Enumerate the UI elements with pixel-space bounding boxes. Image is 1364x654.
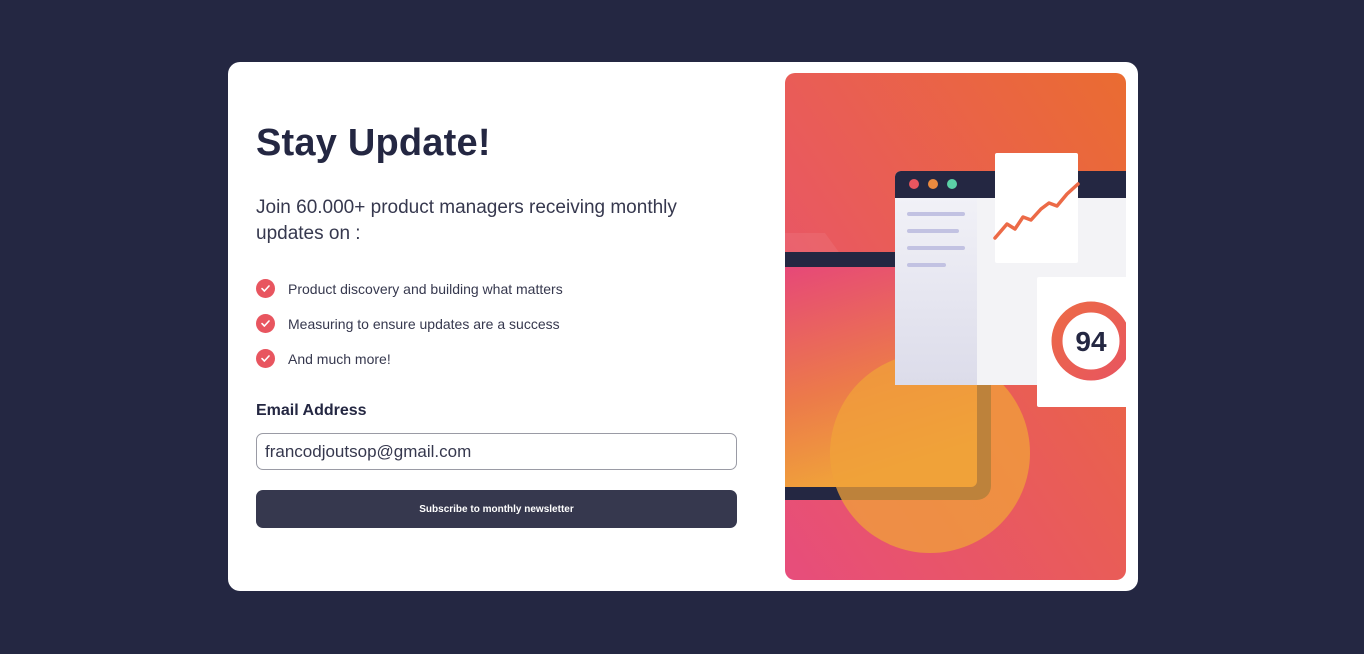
feature-text: And much more!	[288, 351, 391, 367]
email-label: Email Address	[256, 402, 367, 419]
score-text: 94	[1075, 326, 1107, 357]
email-field[interactable]	[256, 433, 737, 470]
check-icon	[256, 349, 275, 368]
intro-text: Join 60.000+ product managers receiving …	[256, 197, 677, 244]
check-icon	[256, 314, 275, 333]
feature-text: Product discovery and building what matt…	[288, 281, 563, 297]
dashboard-illustration: 94	[785, 73, 1126, 580]
signup-card: Stay Update! Join 60.000+ product manage…	[228, 62, 1138, 591]
page-title: Stay Update!	[256, 122, 491, 164]
subscribe-button[interactable]: Subscribe to monthly newsletter	[256, 490, 737, 528]
check-icon	[256, 279, 275, 298]
feature-text: Measuring to ensure updates are a succes…	[288, 316, 560, 332]
signup-content: Stay Update! Join 60.000+ product manage…	[256, 62, 737, 591]
